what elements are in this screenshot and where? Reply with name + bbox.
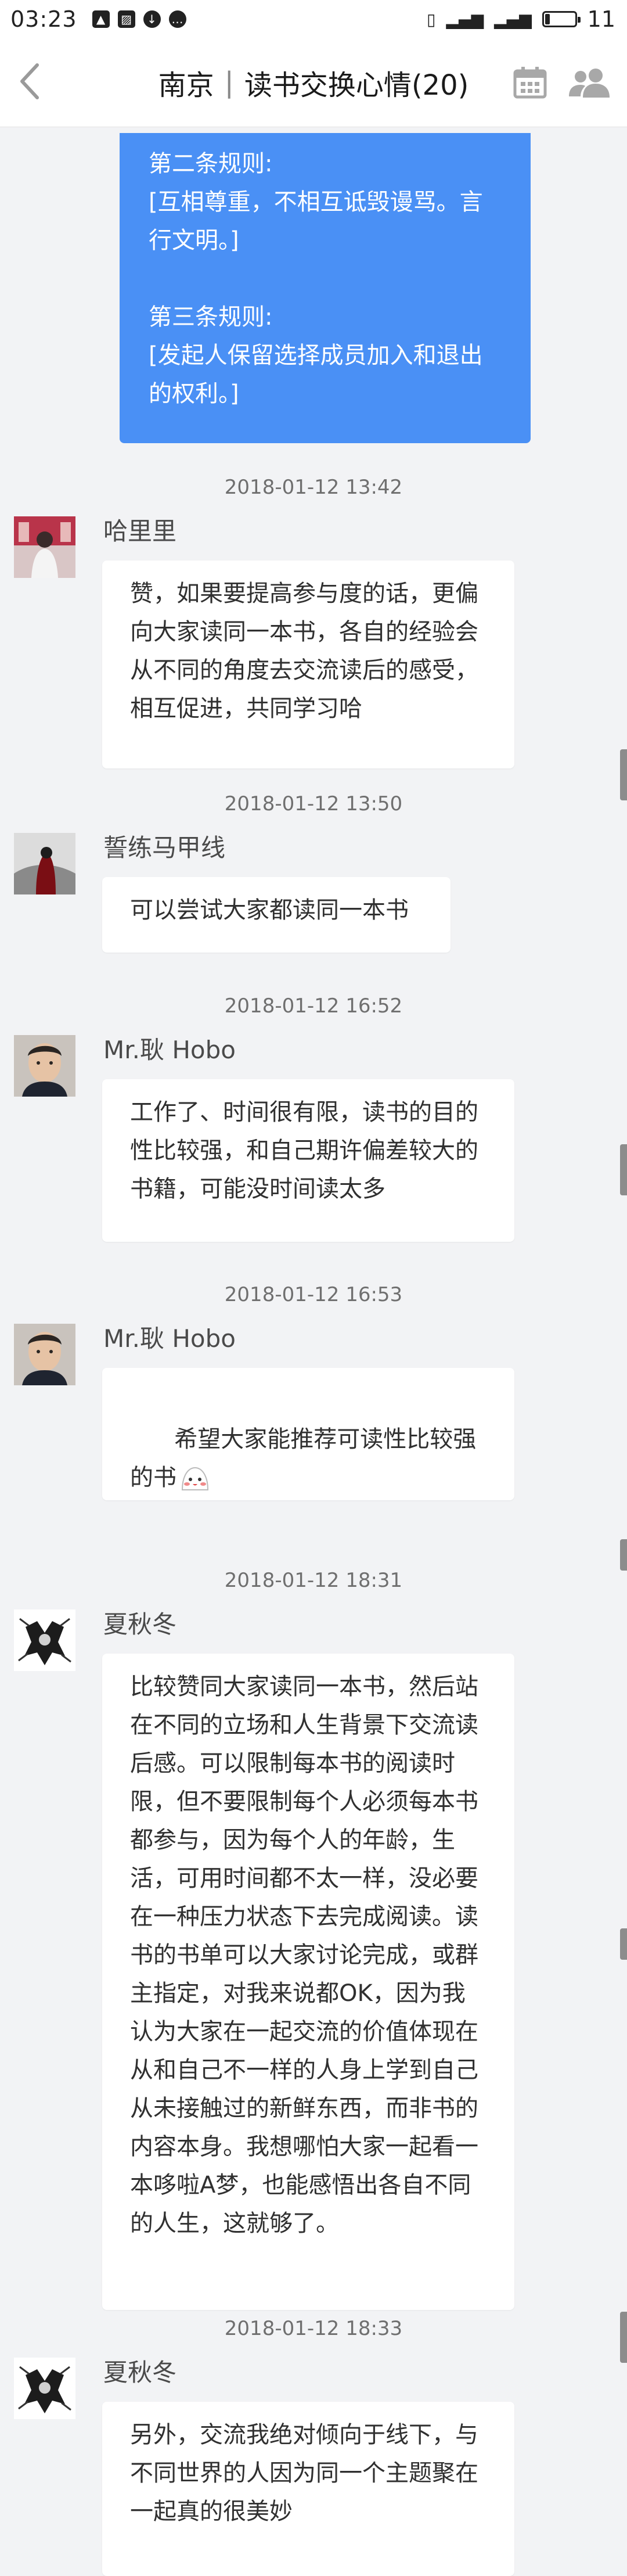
nav-bar: 南京 | 读书交换心情(20) xyxy=(0,38,627,127)
message-bubble[interactable]: 可以尝试大家都读同一本书 xyxy=(102,877,451,953)
group-members-icon[interactable] xyxy=(568,67,611,98)
scrollbar-thumb[interactable] xyxy=(620,1928,627,1960)
sender-name: 誓练马甲线 xyxy=(103,833,226,862)
status-time: 03:23 xyxy=(10,6,77,32)
sender-name: 夏秋冬 xyxy=(103,2358,177,2387)
avatar[interactable] xyxy=(14,1035,75,1097)
avatar[interactable] xyxy=(14,1609,75,1671)
message-bubble[interactable]: 比较赞同大家读同一本书，然后站在不同的立场和人生背景下交流读后感。可以限制每本书… xyxy=(102,1654,514,2310)
avatar[interactable] xyxy=(14,833,75,894)
sender-name: 哈里里 xyxy=(103,517,177,545)
blush-emoji-icon xyxy=(181,1467,209,1490)
message-bubble[interactable]: 赞，如果要提高参与度的话，更偏向大家读同一本书，各自的经验会从不同的角度去交流读… xyxy=(102,561,514,768)
avatar-photo-icon xyxy=(14,1609,75,1671)
signal-icon-2: ▂▄▆ xyxy=(494,9,532,29)
message-timestamp: 2018-01-12 18:33 xyxy=(224,2317,403,2340)
scrollbar-thumb[interactable] xyxy=(620,1144,627,1195)
message-timestamp: 2018-01-12 13:42 xyxy=(224,476,403,499)
image-notification-icon: ▨ xyxy=(117,10,135,28)
message-timestamp: 2018-01-12 13:50 xyxy=(224,792,403,815)
sender-name: 夏秋冬 xyxy=(103,1610,177,1639)
status-bar: 03:23 ▲ ▨ ↓ … ▯ ▂▄▆ ▂▄▆ 11 xyxy=(0,0,627,38)
scrollbar-thumb[interactable] xyxy=(620,2312,627,2363)
upload-notification-icon: ▲ xyxy=(92,10,110,28)
signal-icon: ▂▄▆ xyxy=(446,9,484,29)
status-right: ▯ ▂▄▆ ▂▄▆ 11 xyxy=(427,0,615,38)
sender-name: Mr.耿 Hobo xyxy=(103,1324,236,1353)
avatar[interactable] xyxy=(14,1324,75,1385)
pinned-rules-notice: 第二条规则: [互相尊重，不相互诋毁谩骂。言行文明。] 第三条规则: [发起人保… xyxy=(120,133,531,443)
sender-name: Mr.耿 Hobo xyxy=(103,1036,236,1064)
group-name: 读书交换心情(20) xyxy=(244,69,469,102)
avatar[interactable] xyxy=(14,2358,75,2419)
vibrate-icon: ▯ xyxy=(427,9,436,29)
avatar-photo-icon xyxy=(14,1324,75,1385)
calendar-icon[interactable] xyxy=(513,66,547,99)
scrollbar-thumb[interactable] xyxy=(620,749,627,800)
chat-notification-icon: … xyxy=(168,10,186,28)
city-label: 南京 xyxy=(158,69,214,102)
message-bubble[interactable]: 希望大家能推荐可读性比较强的书 xyxy=(102,1368,514,1500)
battery-level: 11 xyxy=(587,6,615,32)
scrollbar-thumb[interactable] xyxy=(620,1539,627,1571)
message-timestamp: 2018-01-12 18:31 xyxy=(224,1569,403,1592)
avatar-photo-icon xyxy=(14,1035,75,1097)
avatar-photo-icon xyxy=(14,833,75,894)
message-timestamp: 2018-01-12 16:53 xyxy=(224,1283,403,1306)
message-bubble[interactable]: 工作了、时间很有限，读书的目的性比较强，和自己期许偏差较大的书籍，可能没时间读太… xyxy=(102,1079,514,1242)
download-notification-icon: ↓ xyxy=(143,10,161,28)
message-bubble[interactable]: 另外，交流我绝对倾向于线下，与不同世界的人因为同一个主题聚在一起真的很美妙 xyxy=(102,2402,514,2576)
avatar-photo-icon xyxy=(14,2358,75,2419)
notification-icons: ▲ ▨ ↓ … xyxy=(92,10,186,28)
title-separator: | xyxy=(224,66,234,99)
message-timestamp: 2018-01-12 16:52 xyxy=(224,994,403,1018)
avatar-photo-icon xyxy=(14,516,75,578)
battery-icon xyxy=(542,11,581,27)
avatar[interactable] xyxy=(14,516,75,578)
